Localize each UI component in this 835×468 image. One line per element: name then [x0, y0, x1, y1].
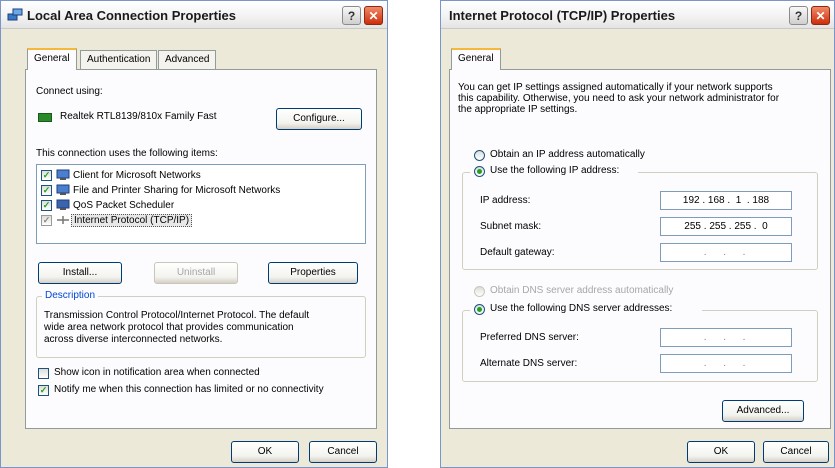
- description-legend: Description: [42, 290, 99, 301]
- item-label: QoS Packet Scheduler: [73, 200, 175, 211]
- window-title: Local Area Connection Properties: [27, 8, 237, 23]
- use-ip-radio[interactable]: [474, 166, 485, 177]
- help-button[interactable]: ?: [342, 6, 361, 25]
- title-bar: Internet Protocol (TCP/IP) Properties ? …: [441, 1, 834, 29]
- checkbox[interactable]: ✓: [41, 185, 52, 196]
- use-dns-label: Use the following DNS server addresses:: [490, 303, 673, 314]
- advanced-button[interactable]: Advanced...: [722, 400, 804, 422]
- general-tab-panel: Connect using: Realtek RTL8139/810x Fami…: [25, 69, 377, 429]
- close-button[interactable]: ✕: [811, 6, 830, 25]
- item-label: Internet Protocol (TCP/IP): [71, 214, 193, 227]
- ok-button[interactable]: OK: [231, 441, 299, 463]
- list-item-file-printer-sharing[interactable]: ✓ File and Printer Sharing for Microsoft…: [41, 184, 361, 198]
- dns-group-legend: Use the following DNS server addresses:: [470, 303, 702, 317]
- configure-button[interactable]: Configure...: [276, 108, 362, 130]
- use-dns-radio[interactable]: [474, 304, 485, 315]
- help-button[interactable]: ?: [789, 6, 808, 25]
- use-ip-label: Use the following IP address:: [490, 165, 620, 176]
- uninstall-button[interactable]: Uninstall: [154, 262, 238, 284]
- subnet-mask-label: Subnet mask:: [480, 221, 542, 232]
- alternate-dns-field[interactable]: . . .: [660, 354, 792, 373]
- alternate-dns-label: Alternate DNS server:: [480, 358, 578, 369]
- local-area-connection-properties-window: Local Area Connection Properties ? ✕ Gen…: [0, 0, 388, 468]
- printer-sharing-icon: [56, 184, 70, 195]
- obtain-dns-auto-radio[interactable]: [474, 286, 485, 297]
- description-line-3: across diverse interconnected networks.: [44, 334, 223, 345]
- intro-line-2: this capability. Otherwise, you need to …: [458, 93, 780, 104]
- install-button[interactable]: Install...: [38, 262, 122, 284]
- scheduler-icon: [56, 199, 70, 210]
- general-tab-panel: You can get IP settings assigned automat…: [449, 69, 831, 429]
- cancel-button[interactable]: Cancel: [763, 441, 829, 463]
- ip-address-label: IP address:: [480, 195, 531, 206]
- properties-button[interactable]: Properties: [268, 262, 358, 284]
- list-item-tcpip[interactable]: ✓ Internet Protocol (TCP/IP): [41, 214, 361, 228]
- ok-button[interactable]: OK: [687, 441, 755, 463]
- checkbox[interactable]: ✓: [41, 170, 52, 181]
- item-label: Client for Microsoft Networks: [73, 170, 201, 181]
- title-bar: Local Area Connection Properties ? ✕: [1, 1, 387, 29]
- window-title: Internet Protocol (TCP/IP) Properties: [449, 8, 676, 23]
- intro-line-1: You can get IP settings assigned automat…: [458, 82, 773, 93]
- components-list[interactable]: ✓ Client for Microsoft Networks ✓ File a…: [36, 164, 366, 244]
- item-label: File and Printer Sharing for Microsoft N…: [73, 185, 281, 196]
- list-item-qos[interactable]: ✓ QoS Packet Scheduler: [41, 199, 361, 213]
- subnet-mask-field[interactable]: 255 . 255 . 255 . 0: [660, 217, 792, 236]
- protocol-icon: [57, 216, 69, 224]
- connect-using-label: Connect using:: [36, 86, 103, 97]
- show-icon-label: Show icon in notification area when conn…: [54, 367, 260, 378]
- list-item-client[interactable]: ✓ Client for Microsoft Networks: [41, 169, 361, 183]
- description-line-1: Transmission Control Protocol/Internet P…: [44, 310, 310, 321]
- ip-group-legend: Use the following IP address:: [470, 165, 638, 179]
- cancel-button[interactable]: Cancel: [309, 441, 377, 463]
- tab-authentication[interactable]: Authentication: [80, 50, 158, 70]
- preferred-dns-field[interactable]: . . .: [660, 328, 792, 347]
- tcpip-properties-window: Internet Protocol (TCP/IP) Properties ? …: [440, 0, 835, 468]
- checkbox[interactable]: ✓: [41, 200, 52, 211]
- show-icon-checkbox[interactable]: [38, 368, 49, 379]
- default-gateway-field[interactable]: . . .: [660, 243, 792, 262]
- tab-general[interactable]: General: [451, 48, 501, 70]
- tab-general[interactable]: General: [27, 48, 77, 70]
- obtain-ip-auto-radio[interactable]: [474, 150, 485, 161]
- items-label: This connection uses the following items…: [36, 148, 218, 159]
- default-gateway-label: Default gateway:: [480, 247, 555, 258]
- notify-label: Notify me when this connection has limit…: [54, 384, 324, 395]
- obtain-dns-auto-label: Obtain DNS server address automatically: [490, 285, 674, 296]
- obtain-ip-auto-label: Obtain an IP address automatically: [490, 149, 645, 160]
- checkbox[interactable]: ✓: [41, 215, 52, 226]
- preferred-dns-label: Preferred DNS server:: [480, 332, 579, 343]
- tab-advanced[interactable]: Advanced: [158, 50, 217, 70]
- ip-address-field[interactable]: 192 . 168 . 1 . 188: [660, 191, 792, 210]
- close-button[interactable]: ✕: [364, 6, 383, 25]
- network-connection-icon: [7, 8, 23, 21]
- adapter-name: Realtek RTL8139/810x Family Fast: [60, 111, 217, 122]
- notify-checkbox[interactable]: ✓: [38, 385, 49, 396]
- intro-line-3: the appropriate IP settings.: [458, 104, 578, 115]
- computer-icon: [56, 169, 70, 180]
- network-adapter-icon: [38, 113, 52, 122]
- description-line-2: wide area network protocol that provides…: [44, 322, 294, 333]
